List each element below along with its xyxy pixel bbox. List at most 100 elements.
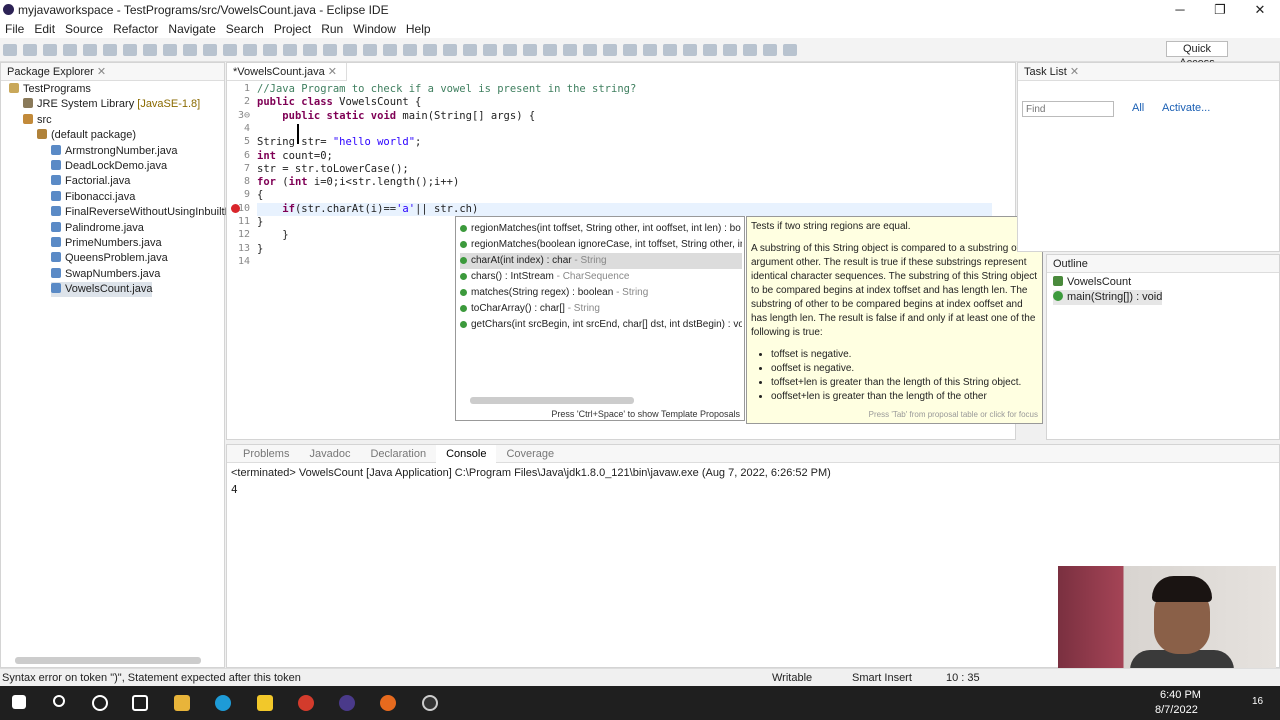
code-line[interactable]: //Java Program to check if a vowel is pr… — [257, 83, 636, 96]
package-explorer-tab[interactable]: Package Explorer ✕ — [1, 63, 224, 81]
outline-tab[interactable]: Outline — [1047, 255, 1279, 273]
code-line[interactable]: } — [257, 216, 263, 229]
code-line[interactable]: } — [257, 243, 263, 256]
menu-help[interactable]: Help — [401, 20, 436, 38]
proposal-item[interactable]: regionMatches(boolean ignoreCase, int to… — [460, 237, 742, 253]
toolbar-icon[interactable] — [163, 44, 177, 56]
toolbar-icon[interactable] — [423, 44, 437, 56]
tree-item[interactable]: Factorial.java — [51, 174, 130, 189]
code-line[interactable]: if(str.charAt(i)=='a'|| str.ch) — [257, 202, 992, 216]
toolbar-icon[interactable] — [223, 44, 237, 56]
toolbar-icon[interactable] — [743, 44, 757, 56]
proposal-item[interactable]: matches(String regex) : boolean - String — [460, 285, 742, 301]
close-tab-icon[interactable]: ✕ — [328, 66, 337, 78]
toolbar-icon[interactable] — [23, 44, 37, 56]
toolbar-icon[interactable] — [523, 44, 537, 56]
toolbar-icon[interactable] — [703, 44, 717, 56]
tab-javadoc[interactable]: Javadoc — [299, 445, 360, 463]
tree-item[interactable]: DeadLockDemo.java — [51, 159, 167, 174]
tree-item[interactable]: QueensProblem.java — [51, 251, 168, 266]
obs-icon[interactable] — [422, 695, 438, 711]
toolbar-icon[interactable] — [603, 44, 617, 56]
proposal-scrollbar[interactable] — [470, 397, 634, 404]
tree-item[interactable]: (default package) — [37, 128, 136, 143]
edge-icon[interactable] — [215, 695, 231, 711]
tree-item[interactable]: VowelsCount.java — [51, 282, 153, 298]
proposal-item[interactable]: chars() : IntStream - CharSequence — [460, 269, 742, 285]
toolbar-icon[interactable] — [203, 44, 217, 56]
task-view-icon[interactable] — [132, 695, 148, 711]
toolbar-icon[interactable] — [503, 44, 517, 56]
tree-item[interactable]: TestPrograms — [9, 82, 91, 97]
firefox-icon[interactable] — [380, 695, 396, 711]
proposal-item[interactable]: charAt(int index) : char - String — [460, 253, 742, 269]
windows-start-icon[interactable] — [12, 695, 26, 709]
tree-item[interactable]: SwapNumbers.java — [51, 267, 160, 282]
code-line[interactable]: { — [257, 189, 263, 202]
tree-item[interactable]: JRE System Library [JavaSE-1.8] — [23, 97, 200, 112]
toolbar-icon[interactable] — [483, 44, 497, 56]
toolbar-icon[interactable] — [143, 44, 157, 56]
code-line[interactable]: for (int i=0;i<str.length();i++) — [257, 176, 459, 189]
toolbar-icon[interactable] — [283, 44, 297, 56]
menu-run[interactable]: Run — [316, 20, 348, 38]
file-explorer-icon[interactable] — [174, 695, 190, 711]
menu-refactor[interactable]: Refactor — [108, 20, 163, 38]
menu-search[interactable]: Search — [221, 20, 269, 38]
toolbar-icon[interactable] — [623, 44, 637, 56]
toolbar-icon[interactable] — [403, 44, 417, 56]
tree-item[interactable]: Palindrome.java — [51, 221, 144, 236]
tree-item[interactable]: FinalReverseWithoutUsingInbuiltFu — [51, 205, 237, 220]
toolbar-icon[interactable] — [263, 44, 277, 56]
tab-problems[interactable]: Problems — [233, 445, 299, 463]
toolbar-icon[interactable] — [183, 44, 197, 56]
notification-badge[interactable]: 16 — [1252, 696, 1263, 707]
editor-tab[interactable]: *VowelsCount.java ✕ — [227, 63, 347, 81]
menu-navigate[interactable]: Navigate — [163, 20, 220, 38]
proposal-item[interactable]: regionMatches(int toffset, String other,… — [460, 221, 742, 237]
toolbar-icon[interactable] — [443, 44, 457, 56]
toolbar-icon[interactable] — [683, 44, 697, 56]
clock-date[interactable]: 8/7/2022 — [1155, 704, 1198, 716]
code-line[interactable]: } — [257, 229, 288, 242]
all-link[interactable]: All — [1132, 102, 1144, 114]
code-line[interactable]: str = str.toLowerCase(); — [257, 163, 409, 176]
toolbar-icon[interactable] — [343, 44, 357, 56]
menu-window[interactable]: Window — [348, 20, 401, 38]
menu-edit[interactable]: Edit — [29, 20, 60, 38]
tree-item[interactable]: src — [23, 113, 52, 128]
toolbar-icon[interactable] — [243, 44, 257, 56]
menu-project[interactable]: Project — [269, 20, 316, 38]
toolbar-icon[interactable] — [663, 44, 677, 56]
toolbar-icon[interactable] — [783, 44, 797, 56]
toolbar-icon[interactable] — [363, 44, 377, 56]
tree-item[interactable]: PrimeNumbers.java — [51, 236, 162, 251]
tab-console[interactable]: Console — [436, 445, 497, 463]
toolbar-icon[interactable] — [383, 44, 397, 56]
eclipse-icon[interactable] — [339, 695, 355, 711]
toolbar-icon[interactable] — [3, 44, 17, 56]
tree-item[interactable]: Fibonacci.java — [51, 190, 135, 205]
find-input[interactable] — [1022, 101, 1114, 117]
toolbar-icon[interactable] — [583, 44, 597, 56]
maximize-button[interactable]: ❐ — [1200, 0, 1240, 20]
tree-item[interactable]: ArmstrongNumber.java — [51, 144, 178, 159]
toolbar-icon[interactable] — [83, 44, 97, 56]
tab-coverage[interactable]: Coverage — [496, 445, 564, 463]
outline-class[interactable]: VowelsCount — [1053, 275, 1131, 290]
toolbar-icon[interactable] — [723, 44, 737, 56]
store-icon[interactable] — [257, 695, 273, 711]
toolbar-icon[interactable] — [43, 44, 57, 56]
close-tab-icon[interactable]: ✕ — [1070, 66, 1079, 78]
toolbar-icon[interactable] — [463, 44, 477, 56]
minimize-button[interactable]: ─ — [1160, 0, 1200, 20]
menu-file[interactable]: File — [0, 20, 29, 38]
toolbar-icon[interactable] — [563, 44, 577, 56]
toolbar-icon[interactable] — [643, 44, 657, 56]
toolbar-icon[interactable] — [103, 44, 117, 56]
activate-link[interactable]: Activate... — [1162, 102, 1210, 114]
search-icon[interactable] — [53, 695, 65, 707]
code-line[interactable]: int count=0; — [257, 150, 333, 163]
horizontal-scrollbar[interactable] — [15, 657, 201, 664]
close-tab-icon[interactable]: ✕ — [97, 66, 106, 78]
